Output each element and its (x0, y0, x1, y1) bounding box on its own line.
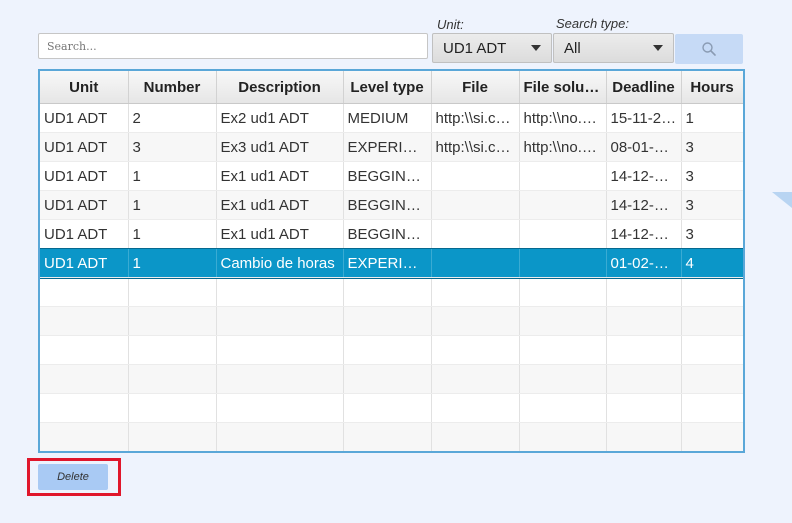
table-cell: BEGGINER (343, 190, 432, 220)
table-cell: UD1 ADT (40, 132, 129, 162)
column-header[interactable]: File solut… (519, 71, 607, 104)
table-cell: EXPERIEN… (343, 248, 432, 278)
table-cell: 08-01-2… (606, 132, 682, 162)
table-cell: UD1 ADT (40, 190, 129, 220)
table-cell: 14-12-2… (606, 190, 682, 220)
table-cell: 1 (681, 103, 743, 133)
table-cell: 1 (128, 190, 217, 220)
table-cell: http:\\si.c… (431, 132, 520, 162)
search-type-combo[interactable]: All (553, 33, 674, 63)
empty-row (40, 422, 743, 451)
empty-row (40, 306, 743, 336)
unit-combo[interactable]: UD1 ADT (432, 33, 552, 63)
column-header[interactable]: Description (216, 71, 344, 104)
table-cell (519, 248, 607, 278)
chevron-down-icon (531, 45, 541, 51)
table-cell: 14-12-2… (606, 219, 682, 249)
table-cell: 1 (128, 219, 217, 249)
table-cell: 1 (128, 248, 217, 278)
tasks-table[interactable]: Unit Number Description Level type File File … (38, 69, 745, 453)
search-type-label: Search type: (556, 16, 629, 31)
empty-row (40, 277, 743, 307)
table-cell: 3 (681, 132, 743, 162)
table-cell: UD1 ADT (40, 161, 129, 191)
table-cell: 4 (681, 248, 743, 278)
table-cell: Cambio de horas (216, 248, 344, 278)
empty-row (40, 364, 743, 394)
table-row[interactable]: UD1 ADT 1 Cambio de horas EXPERIEN… 01-02-2…… (40, 247, 743, 279)
table-cell: BEGGINER (343, 219, 432, 249)
table-cell (519, 219, 607, 249)
column-header[interactable]: Level type (343, 71, 432, 104)
table-cell: UD1 ADT (40, 248, 129, 278)
unit-combo-value: UD1 ADT (443, 39, 507, 57)
table-cell (431, 248, 520, 278)
table-cell (431, 161, 520, 191)
column-header[interactable]: Number (128, 71, 217, 104)
table-cell: http:\\no.… (519, 103, 607, 133)
table-header-row: Unit Number Description Level type File File … (40, 71, 743, 104)
table-cell: Ex3 ud1 ADT (216, 132, 344, 162)
search-input[interactable] (38, 33, 428, 59)
table-cell: Ex2 ud1 ADT (216, 103, 344, 133)
table-cell: EXPERIEN… (343, 132, 432, 162)
table-cell: Ex1 ud1 ADT (216, 161, 344, 191)
unit-label: Unit: (437, 17, 464, 32)
table-cell (519, 161, 607, 191)
table-cell: 3 (681, 219, 743, 249)
magnifier-icon (702, 42, 716, 56)
table-cell: MEDIUM (343, 103, 432, 133)
table-cell: 15-11-2… (606, 103, 682, 133)
column-header[interactable]: Deadline (606, 71, 682, 104)
table-cell: UD1 ADT (40, 219, 129, 249)
table-cell: BEGGINER (343, 161, 432, 191)
pointer-shape-icon (772, 192, 792, 208)
table-row[interactable]: UD1 ADT 1 Ex1 ud1 ADT BEGGINER 14-12-2… 3 (40, 190, 743, 220)
table-cell: 01-02-2… (606, 248, 682, 278)
table-cell: Ex1 ud1 ADT (216, 219, 344, 249)
table-cell: 2 (128, 103, 217, 133)
table-cell: Ex1 ud1 ADT (216, 190, 344, 220)
column-header[interactable]: Hours (681, 71, 743, 104)
table-cell (431, 190, 520, 220)
table-cell: 3 (128, 132, 217, 162)
table-cell: UD1 ADT (40, 103, 129, 133)
table-cell (431, 219, 520, 249)
table-cell: 3 (681, 190, 743, 220)
delete-button[interactable]: Delete (38, 464, 108, 490)
table-row[interactable]: UD1 ADT 1 Ex1 ud1 ADT BEGGINER 14-12-2… 3 (40, 161, 743, 191)
table-row[interactable]: UD1 ADT 3 Ex3 ud1 ADT EXPERIEN… http:\\si.c…… (40, 132, 743, 162)
table-row[interactable]: UD1 ADT 2 Ex2 ud1 ADT MEDIUM http:\\si.c… htt… (40, 103, 743, 133)
column-header[interactable]: File (431, 71, 520, 104)
search-type-value: All (564, 39, 581, 57)
table-row[interactable]: UD1 ADT 1 Ex1 ud1 ADT BEGGINER 14-12-2… 3 (40, 219, 743, 249)
search-button[interactable] (675, 34, 743, 64)
table-cell: http:\\no.… (519, 132, 607, 162)
table-cell: 14-12-2… (606, 161, 682, 191)
table-cell: http:\\si.c… (431, 103, 520, 133)
chevron-down-icon (653, 45, 663, 51)
table-cell: 1 (128, 161, 217, 191)
table-cell: 3 (681, 161, 743, 191)
empty-row (40, 393, 743, 423)
table-cell (519, 190, 607, 220)
column-header[interactable]: Unit (40, 71, 129, 104)
empty-row (40, 335, 743, 365)
